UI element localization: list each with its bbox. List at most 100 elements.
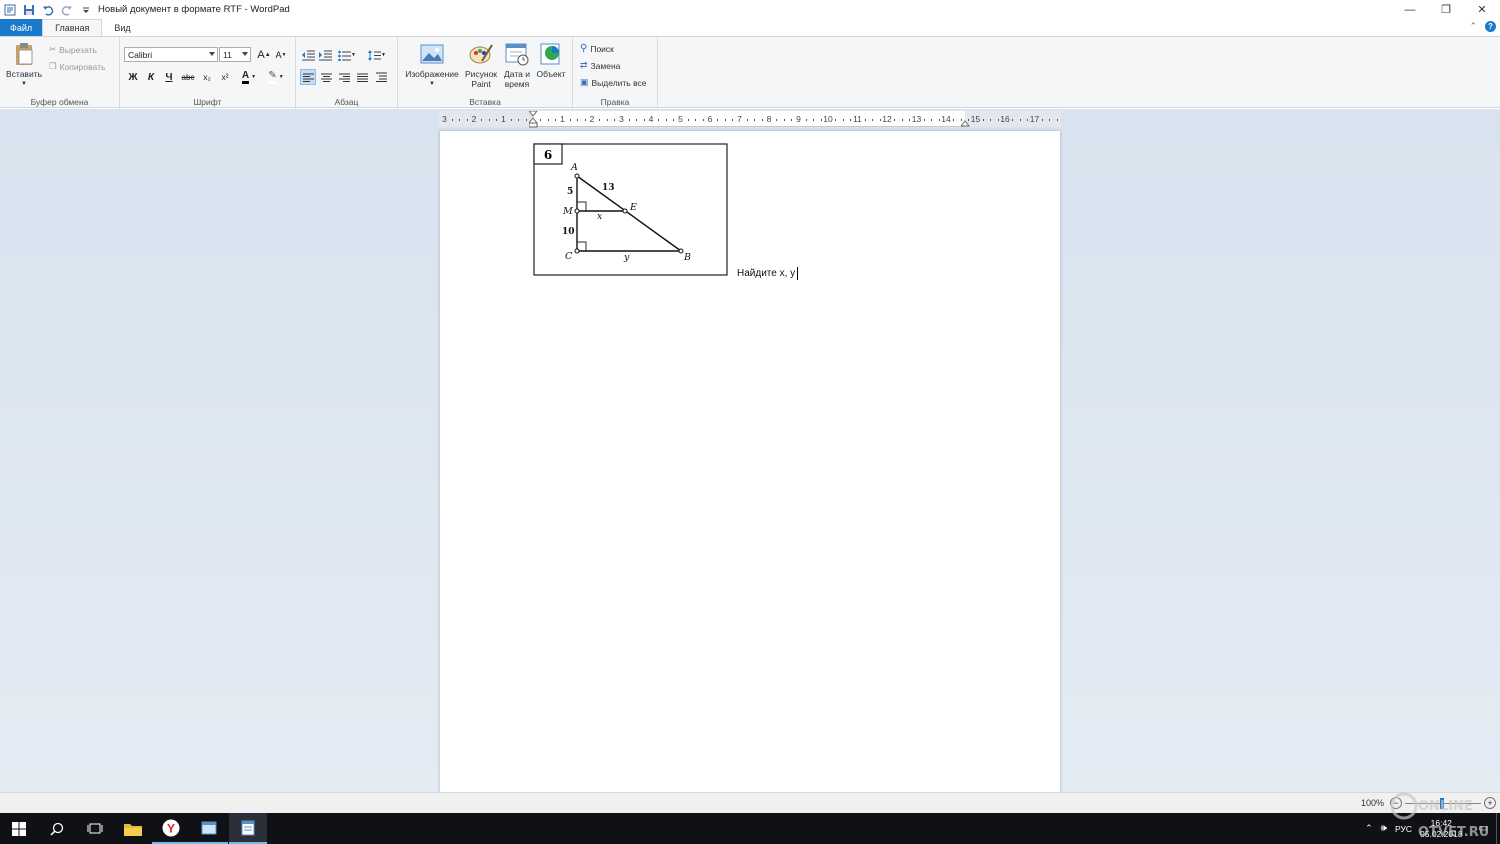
- highlighter-icon: ✎: [268, 70, 277, 84]
- label-c: C: [565, 251, 573, 262]
- ruler-tick: [776, 119, 778, 121]
- paragraph-settings-button[interactable]: [373, 69, 389, 85]
- tab-home[interactable]: Главная: [42, 19, 103, 36]
- insert-group: Изображение ▼ Рисунок Paint Дата и время…: [398, 37, 573, 109]
- close-button[interactable]: ✕: [1464, 0, 1500, 19]
- ruler-tick: [835, 119, 837, 121]
- label-e: E: [629, 202, 637, 213]
- find-button[interactable]: ⚲ Поиск: [580, 43, 614, 54]
- shrink-font-button[interactable]: A ▼: [273, 47, 289, 63]
- start-button[interactable]: [0, 813, 38, 844]
- align-center-button[interactable]: [318, 69, 334, 85]
- document-text[interactable]: Найдите x, y: [737, 267, 799, 280]
- copy-button[interactable]: ❐ Копировать: [49, 61, 105, 72]
- undo-icon[interactable]: [41, 3, 54, 16]
- ruler-tick: [518, 119, 520, 121]
- decrease-indent-icon: [301, 50, 315, 60]
- indent-marker-icon[interactable]: [529, 111, 538, 129]
- windows-logo-icon: [12, 821, 26, 836]
- ruler-number: 3: [442, 114, 447, 124]
- ruler-tick: [754, 119, 756, 121]
- ruler-tick: [614, 119, 616, 121]
- font-size-select[interactable]: 11: [219, 47, 251, 62]
- yandex-browser-button[interactable]: Y: [152, 813, 190, 844]
- italic-button[interactable]: К: [143, 69, 159, 85]
- align-right-button[interactable]: [336, 69, 352, 85]
- font-color-button[interactable]: A ▼: [238, 69, 260, 85]
- taskbar-app-button[interactable]: [190, 813, 228, 844]
- ruler-number: 3: [619, 114, 624, 124]
- font-family-select[interactable]: Calibri: [124, 47, 218, 62]
- bullet-list-button[interactable]: ▼: [336, 47, 358, 63]
- chevron-up-icon[interactable]: ⌃: [1365, 823, 1373, 834]
- chevron-down-icon: [242, 52, 248, 56]
- highlight-color-button[interactable]: ✎ ▼: [265, 69, 287, 85]
- ruler-number: 1: [501, 114, 506, 124]
- decrease-indent-button[interactable]: [300, 47, 316, 63]
- ruler-number: 9: [796, 114, 801, 124]
- task-view-button[interactable]: [76, 813, 114, 844]
- paint-drawing-button[interactable]: Рисунок Paint: [461, 41, 501, 89]
- binoculars-icon: ⚲: [580, 43, 588, 54]
- label-x: x: [597, 211, 603, 222]
- search-button[interactable]: [38, 813, 76, 844]
- minimize-button[interactable]: —: [1392, 0, 1428, 19]
- wordpad-taskbar-button[interactable]: [229, 813, 267, 844]
- tab-view[interactable]: Вид: [102, 19, 142, 36]
- superscript-button[interactable]: x²: [217, 69, 233, 85]
- insert-datetime-button[interactable]: Дата и время: [499, 41, 535, 89]
- file-explorer-button[interactable]: [114, 813, 152, 844]
- ruler[interactable]: 3 2 1 1 2 3 4 5 6 7 8 9 10 11 12 13 14 15 16 17: [439, 111, 1061, 129]
- window-title: Новый документ в формате RTF - WordPad: [98, 4, 290, 15]
- paint-label-line2: Paint: [471, 79, 491, 89]
- select-all-label: Выделить все: [591, 77, 647, 88]
- save-icon[interactable]: [22, 3, 35, 16]
- increase-indent-button[interactable]: [317, 47, 333, 63]
- ruler-tick: [761, 119, 763, 121]
- ruler-number: 4: [648, 114, 654, 124]
- right-indent-marker-icon[interactable]: [961, 118, 970, 127]
- ruler-tick: [842, 119, 844, 121]
- justify-button[interactable]: [354, 69, 370, 85]
- select-all-button[interactable]: ▣ Выделить все: [580, 77, 647, 88]
- line-spacing-button[interactable]: ▼: [366, 47, 388, 63]
- font-color-icon: A: [241, 70, 250, 84]
- ruler-tick: [864, 119, 866, 121]
- wordpad-app-icon[interactable]: [3, 3, 16, 16]
- subscript-button[interactable]: x₂: [199, 69, 215, 85]
- grow-font-button[interactable]: A ▲: [256, 47, 272, 63]
- ruler-tick: [599, 119, 601, 121]
- tab-file[interactable]: Файл: [0, 19, 43, 36]
- show-desktop-button[interactable]: [1496, 813, 1500, 844]
- volume-icon[interactable]: 🕪: [1381, 823, 1387, 834]
- paint-label-line1: Рисунок: [464, 69, 498, 79]
- insert-object-button[interactable]: Объект: [533, 41, 569, 79]
- document-page[interactable]: 6 A M C E B x y 13 5 10 Найдите x, y: [440, 131, 1060, 792]
- paste-button[interactable]: Вставить ▼: [4, 41, 44, 89]
- window-controls: — ❐ ✕: [1392, 0, 1500, 19]
- ruler-tick: [496, 119, 498, 121]
- help-icon[interactable]: ?: [1485, 21, 1496, 32]
- underline-button[interactable]: Ч: [161, 69, 177, 85]
- ruler-tick: [1041, 119, 1043, 121]
- ruler-tick: [510, 119, 512, 121]
- ruler-tick: [931, 119, 933, 121]
- line-spacing-icon: [368, 49, 382, 61]
- clipboard-group-label: Буфер обмена: [30, 97, 89, 107]
- bold-button[interactable]: Ж: [125, 69, 141, 85]
- ruler-tick: [746, 119, 748, 121]
- replace-button[interactable]: ⇄ Замена: [580, 60, 620, 71]
- geometry-figure[interactable]: 6 A M C E B x y 13 5 10: [533, 143, 729, 277]
- label-am: 5: [567, 187, 573, 197]
- maximize-button[interactable]: ❐: [1428, 0, 1464, 19]
- customize-qat-icon[interactable]: [79, 3, 92, 16]
- strikethrough-button[interactable]: abc: [180, 69, 196, 85]
- insert-picture-button[interactable]: Изображение ▼: [402, 41, 462, 89]
- collapse-ribbon-icon[interactable]: ⌃: [1469, 21, 1477, 32]
- point-c: [574, 248, 580, 254]
- align-left-button[interactable]: [300, 69, 316, 85]
- cut-button[interactable]: ✂ Вырезать: [49, 44, 97, 55]
- paste-icon: [16, 43, 33, 65]
- redo-icon[interactable]: [60, 3, 73, 16]
- label-a: A: [570, 162, 578, 173]
